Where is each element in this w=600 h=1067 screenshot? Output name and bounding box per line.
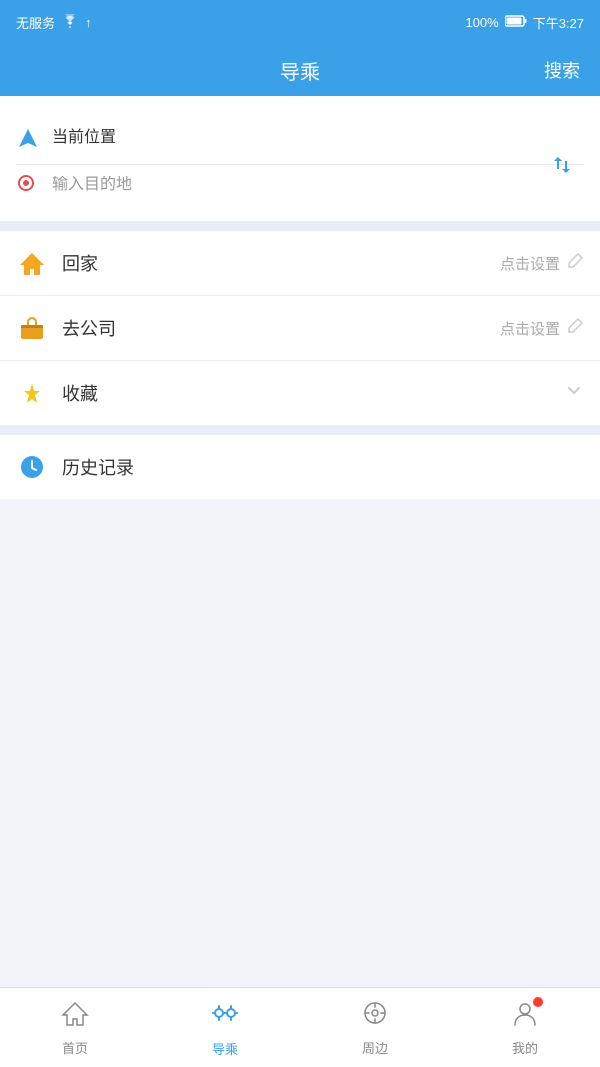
history-clock-icon [16, 451, 48, 483]
list-item-home[interactable]: 回家 点击设置 [0, 231, 600, 296]
tab-mine[interactable]: 我的 [450, 999, 600, 1057]
mine-tab-icon [511, 1003, 539, 1033]
home-action[interactable]: 点击设置 [500, 252, 584, 275]
work-edit-icon [566, 317, 584, 340]
home-action-text: 点击设置 [500, 253, 560, 274]
mine-tab-label: 我的 [512, 1038, 538, 1057]
favorites-chevron-icon [564, 380, 584, 406]
section-divider-1 [0, 221, 600, 231]
tab-nearby[interactable]: 周边 [300, 999, 450, 1057]
location-icon [16, 126, 40, 150]
work-action-text: 点击设置 [500, 318, 560, 339]
work-action[interactable]: 点击设置 [500, 317, 584, 340]
list-item-favorites[interactable]: 收藏 [0, 361, 600, 425]
charge-icon: ↑ [85, 15, 92, 30]
mine-tab-badge-container [511, 999, 539, 1034]
work-label: 去公司 [62, 315, 500, 341]
search-section: 当前位置 [0, 96, 600, 221]
destination-input[interactable] [52, 176, 584, 194]
battery-text: 100% [465, 15, 498, 30]
swap-icon[interactable] [548, 129, 576, 201]
wifi-icon [61, 14, 79, 31]
destination-row[interactable] [16, 165, 584, 205]
tab-guide[interactable]: 导乘 [150, 998, 300, 1058]
favorites-pin-icon [16, 377, 48, 409]
destination-icon [16, 173, 40, 197]
current-location-text: 当前位置 [52, 120, 584, 156]
list-item-history[interactable]: 历史记录 [0, 435, 600, 499]
list-item-work[interactable]: 去公司 点击设置 [0, 296, 600, 361]
search-button[interactable]: 搜索 [544, 57, 580, 83]
tab-home[interactable]: 首页 [0, 999, 150, 1057]
time-text: 下午3:27 [533, 13, 584, 32]
home-icon [16, 247, 48, 279]
status-right: 100% 下午3:27 [465, 13, 584, 32]
carrier-text: 无服务 [16, 13, 55, 32]
favorites-action[interactable] [564, 380, 584, 406]
battery-icon [505, 15, 527, 30]
nearby-tab-label: 周边 [362, 1038, 388, 1057]
status-bar: 无服务 ↑ 100% 下午3:27 [0, 0, 600, 44]
nearby-tab-icon [361, 999, 389, 1034]
home-label: 回家 [62, 250, 500, 276]
mine-badge-dot [533, 997, 543, 1007]
header-title: 导乘 [280, 56, 320, 85]
status-left: 无服务 ↑ [16, 13, 92, 32]
quick-access-list: 回家 点击设置 去公司 点击设置 [0, 231, 600, 425]
home-tab-label: 首页 [62, 1038, 88, 1057]
section-divider-2 [0, 425, 600, 435]
favorites-label: 收藏 [62, 380, 564, 406]
tab-bar: 首页 导乘 周边 [0, 987, 600, 1067]
home-edit-icon [566, 252, 584, 275]
history-section: 历史记录 [0, 435, 600, 499]
app-header: 导乘 搜索 [0, 44, 600, 96]
current-location-row[interactable]: 当前位置 [16, 112, 584, 165]
guide-tab-label: 导乘 [212, 1039, 238, 1058]
history-label: 历史记录 [62, 454, 584, 480]
home-tab-icon [61, 999, 89, 1034]
guide-tab-icon [210, 998, 240, 1035]
briefcase-icon [16, 312, 48, 344]
